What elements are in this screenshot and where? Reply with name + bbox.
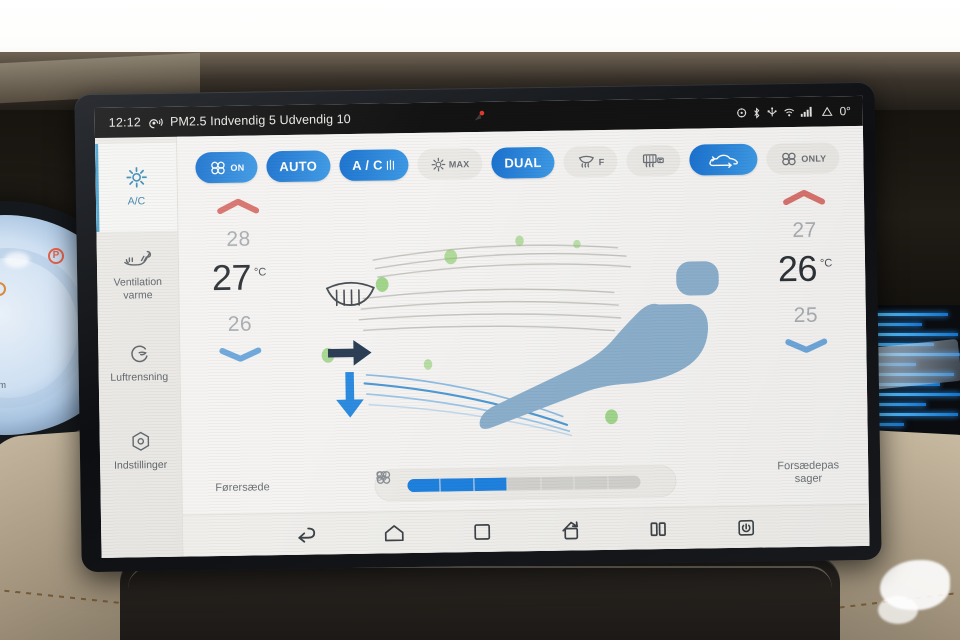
sidebar-item-label: Indstillinger [113, 459, 168, 473]
fan-speed-slider[interactable] [374, 464, 677, 502]
fan-segment[interactable] [574, 475, 609, 490]
sidebar-item-air-purification[interactable]: Luftrensning [98, 319, 180, 408]
fan-segment[interactable] [440, 477, 475, 492]
max-button[interactable]: MAX [417, 147, 483, 180]
sidebar-item-settings[interactable]: Indstillinger [99, 407, 181, 496]
auto-button[interactable]: AUTO [266, 150, 331, 183]
recents-square-icon[interactable] [467, 516, 497, 546]
app-body: A/C Ventilation varme Luftrensning Indst… [94, 125, 870, 558]
fan-on-label: ON [230, 162, 245, 173]
front-defrost-icon [577, 153, 597, 170]
home-icon[interactable] [379, 518, 409, 548]
back-icon[interactable] [291, 519, 321, 549]
driver-zone-label: Førersæde [215, 481, 270, 495]
parking-brake-indicator: P [48, 248, 64, 264]
climate-area: 28 27 °C 26 Førersæde 27 26 °C 25 Forsæd… [178, 173, 869, 515]
driver-temp-up-button[interactable] [217, 198, 260, 219]
fan-on-button[interactable]: ON [195, 151, 258, 184]
auto-label: AUTO [279, 158, 318, 175]
dual-label: DUAL [504, 154, 542, 171]
fan-segment[interactable] [407, 478, 441, 492]
passenger-temp-value[interactable]: 26 °C [777, 247, 833, 290]
seat-ventilation-icon [122, 248, 152, 270]
bluetooth-icon [753, 107, 761, 119]
floor-vent-direction-button[interactable] [336, 371, 364, 418]
outside-temperature: 0° [839, 104, 851, 119]
sidebar-item-label: Luftrensning [110, 371, 169, 385]
passenger-temp-unit: °C [819, 257, 833, 270]
driver-temp-next-up: 28 [226, 227, 251, 251]
max-label: MAX [448, 158, 470, 169]
fan-only-label: ONLY [801, 153, 827, 164]
notification-icon [821, 106, 833, 116]
air-purification-icon [127, 342, 151, 366]
sidebar: A/C Ventilation varme Luftrensning Indst… [94, 136, 184, 558]
split-screen-icon[interactable] [643, 513, 673, 543]
fan-segment[interactable] [507, 476, 542, 491]
sidebar-item-label: A/C [127, 195, 146, 208]
airflow-visualization [298, 175, 749, 513]
passenger-temp-next-down: 25 [793, 303, 819, 328]
center-console-trim [128, 566, 832, 640]
temperature-column-passenger: 27 26 °C 25 Forsædepas sager [744, 173, 869, 506]
driver-temp-down-button[interactable] [219, 347, 262, 368]
fan-segment[interactable] [474, 477, 508, 491]
ac-label: A / C [352, 157, 383, 173]
face-vent-direction-button[interactable] [327, 340, 372, 366]
power-icon[interactable] [731, 512, 761, 542]
passenger-temp-next-up: 27 [792, 218, 817, 243]
passenger-zone-label: Forsædepas sager [777, 458, 840, 486]
sidebar-item-label: Ventilation varme [113, 275, 163, 302]
sidebar-item-ac[interactable]: A/C [95, 142, 178, 232]
bezel-glare-left [4, 252, 30, 268]
microphone-recording-icon [471, 109, 487, 125]
fan-icon [779, 150, 799, 166]
driver-temp-next-down: 26 [227, 312, 253, 337]
main-panel: ON AUTO A / C MAX DUAL F ONLY 28 27 °C 2… [176, 125, 870, 557]
wifi-icon [784, 107, 795, 117]
fan-segment[interactable] [608, 475, 641, 489]
settings-hex-icon [128, 430, 152, 454]
fan-segment[interactable] [541, 476, 575, 490]
front-defrost-label: F [598, 156, 605, 167]
recirculation-button[interactable] [689, 143, 758, 176]
passenger-temp-down-button[interactable] [785, 338, 828, 359]
ac-button[interactable]: A / C [338, 149, 410, 182]
glare-lower-right-2 [878, 596, 918, 624]
sidebar-item-ventilation-heating[interactable]: Ventilation varme [96, 231, 178, 320]
infotainment-screen: 12:12 PM2.5 Indvendig 5 Udvendig 10 0° A… [94, 95, 870, 558]
signal-icon [800, 106, 813, 117]
location-icon [737, 108, 747, 118]
seat-figure [479, 261, 719, 429]
driver-temp-value[interactable]: 27 °C [211, 256, 267, 299]
rotate-screen-icon[interactable] [555, 515, 585, 545]
air-particles [321, 235, 618, 425]
air-quality-icon [147, 114, 164, 129]
status-icons: 0° [736, 104, 851, 120]
infotainment-display-bezel: 12:12 PM2.5 Indvendig 5 Udvendig 10 0° A… [74, 81, 882, 573]
defrost-direction-button[interactable] [325, 281, 375, 307]
driver-temp-unit: °C [253, 266, 267, 279]
fan-only-button[interactable]: ONLY [766, 142, 840, 175]
temperature-column-driver: 28 27 °C 26 Førersæde [178, 182, 303, 515]
passenger-temp-number: 26 [777, 247, 818, 290]
cool-waves-icon [386, 158, 396, 172]
pm25-readout: PM2.5 Indvendig 5 Udvendig 10 [169, 111, 351, 129]
status-clock: 12:12 [108, 115, 142, 130]
passenger-temp-up-button[interactable] [783, 189, 826, 211]
rear-defrost-button[interactable] [626, 144, 681, 177]
snowflake-icon [431, 156, 447, 172]
usb-icon [767, 107, 778, 117]
fan-icon [208, 159, 228, 175]
cluster-unit-text: km [0, 380, 6, 390]
driver-temp-number: 27 [211, 256, 252, 299]
rear-defrost-icon [641, 152, 665, 169]
snowflake-icon [124, 166, 148, 190]
dual-button[interactable]: DUAL [491, 146, 555, 179]
fan-speed-track[interactable] [407, 474, 641, 492]
recirculation-car-icon [708, 151, 738, 168]
front-defrost-button[interactable]: F [563, 145, 618, 178]
